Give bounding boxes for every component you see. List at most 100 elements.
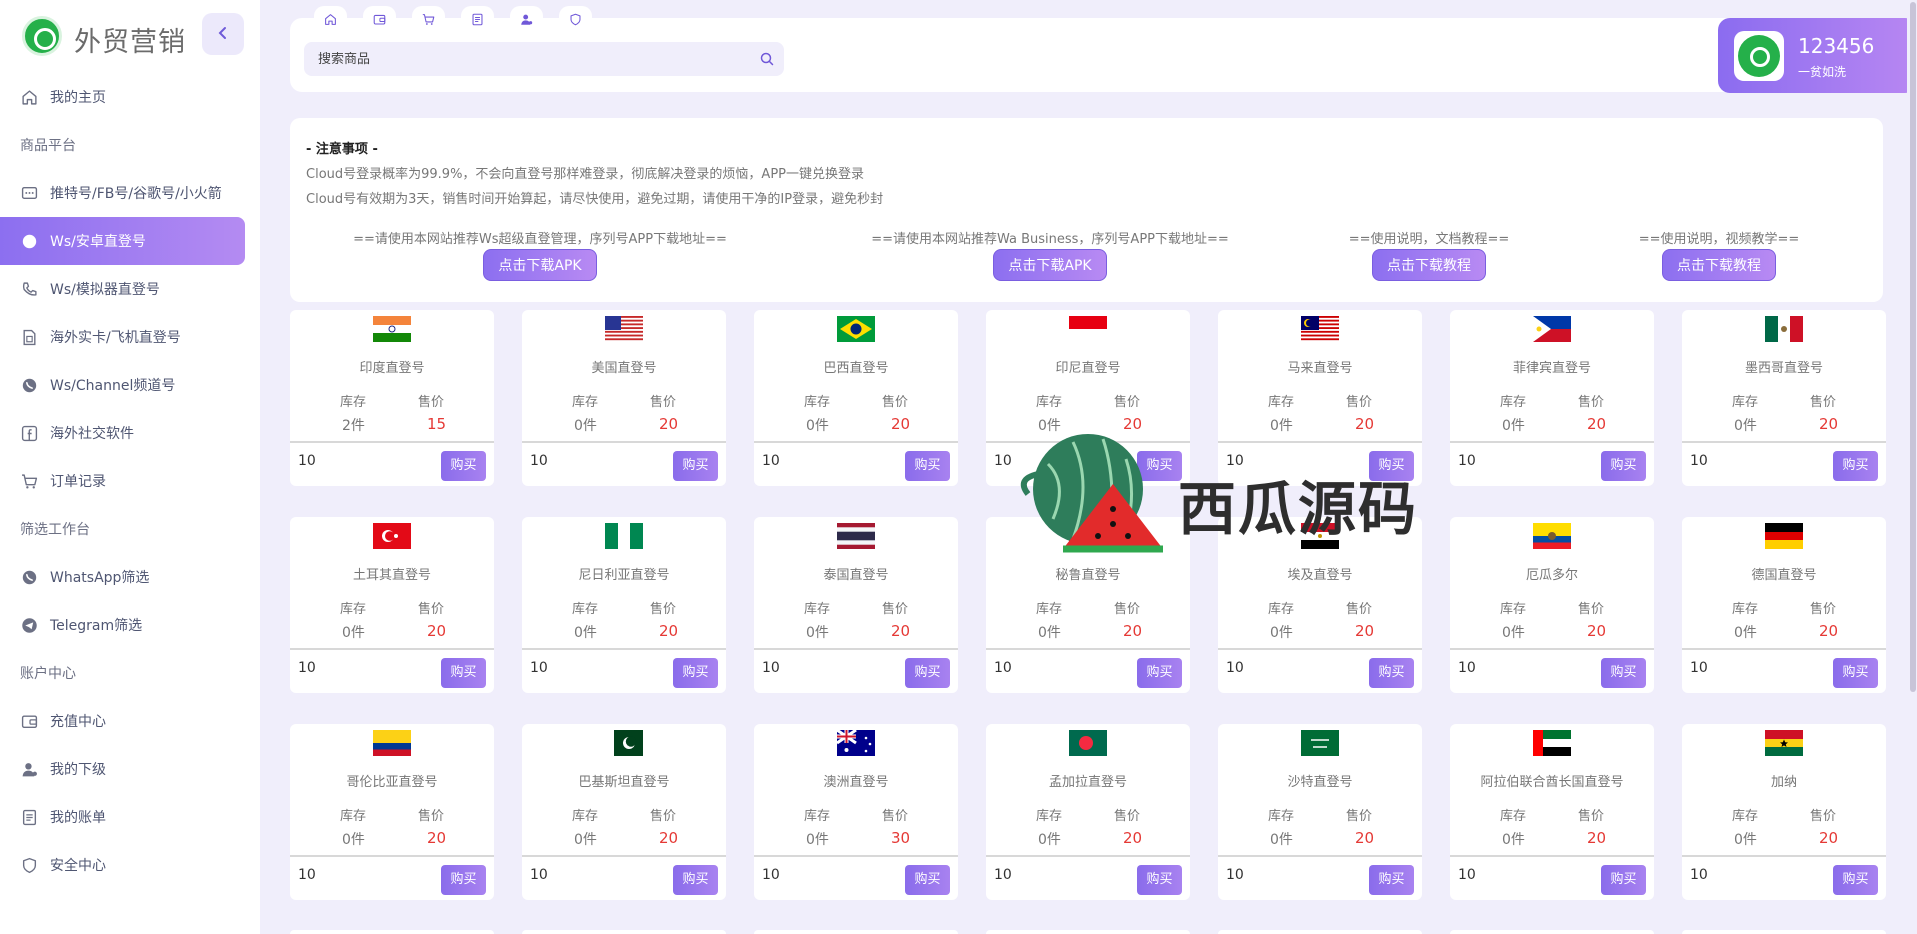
card-footer: 购买	[522, 648, 726, 693]
flag-de-icon	[1765, 523, 1803, 549]
buy-button[interactable]: 购买	[441, 865, 486, 895]
buy-button[interactable]: 购买	[1137, 658, 1182, 688]
price-label: 售价	[418, 602, 445, 617]
quantity-input[interactable]	[994, 660, 1094, 676]
buy-button[interactable]: 购买	[1137, 451, 1182, 481]
quantity-input[interactable]	[1458, 867, 1558, 883]
download-apk-button[interactable]: 点击下载APK	[483, 249, 597, 281]
buy-button[interactable]: 购买	[1369, 451, 1414, 481]
stock-label: 库存	[572, 395, 599, 410]
quantity-input[interactable]	[762, 660, 862, 676]
nav-tab-home[interactable]	[314, 6, 347, 32]
shield-icon	[569, 13, 582, 26]
product-name: 德国直登号	[1751, 568, 1817, 583]
sidebar-item-label: 推特号/FB号/谷歌号/小火箭	[50, 186, 222, 202]
sidebar-item[interactable]: 海外实卡/飞机直登号	[0, 313, 260, 361]
stock-value: 0件	[1038, 832, 1061, 848]
price-label: 售价	[882, 602, 909, 617]
quantity-input[interactable]	[1458, 660, 1558, 676]
nav-tab-shield[interactable]	[559, 6, 592, 32]
buy-button[interactable]: 购买	[441, 451, 486, 481]
quantity-input[interactable]	[762, 867, 862, 883]
buy-button[interactable]: 购买	[905, 658, 950, 688]
sidebar-item[interactable]: Ws/Channel频道号	[0, 361, 260, 409]
quantity-input[interactable]	[298, 453, 398, 469]
quantity-input[interactable]	[994, 453, 1094, 469]
quantity-input[interactable]	[1226, 453, 1326, 469]
quantity-input[interactable]	[1690, 867, 1790, 883]
user-card[interactable]: 123456 一贫如洗	[1718, 18, 1917, 93]
buy-button[interactable]: 购买	[1833, 865, 1878, 895]
buy-button[interactable]: 购买	[1369, 865, 1414, 895]
sidebar-item[interactable]: 推特号/FB号/谷歌号/小火箭	[0, 169, 260, 217]
stock-value: 0件	[1734, 418, 1757, 434]
sidebar-item[interactable]: 海外社交软件	[0, 409, 260, 457]
buy-button[interactable]: 购买	[673, 451, 718, 481]
buy-button[interactable]: 购买	[1601, 451, 1646, 481]
buy-button[interactable]: 购买	[441, 658, 486, 688]
quantity-input[interactable]	[298, 867, 398, 883]
nav-tab-bill[interactable]	[461, 6, 494, 32]
quantity-input[interactable]	[1226, 660, 1326, 676]
sidebar-item[interactable]: Ws/模拟器直登号	[0, 265, 260, 313]
download-video-button[interactable]: 点击下载教程	[1662, 249, 1776, 281]
stock-value: 0件	[574, 625, 597, 641]
download-label: ==使用说明，文档教程==	[1348, 232, 1510, 247]
sidebar-item[interactable]: 订单记录	[0, 457, 260, 505]
download-label: ==请使用本网站推荐Wa Business，序列号APP下载地址==	[871, 232, 1229, 247]
sidebar-item[interactable]: 安全中心	[0, 841, 260, 889]
sidebar-item[interactable]: 我的账单	[0, 793, 260, 841]
stock-value: 0件	[1502, 832, 1525, 848]
buy-button[interactable]: 购买	[1137, 865, 1182, 895]
quantity-input[interactable]	[1226, 867, 1326, 883]
product-card: 墨西哥直登号库存 售价 0件 20 购买	[1682, 310, 1886, 486]
nav-tab-user[interactable]	[510, 6, 543, 32]
buy-button[interactable]: 购买	[1601, 658, 1646, 688]
buy-button[interactable]: 购买	[1833, 658, 1878, 688]
menu-group-title: 账户中心	[20, 666, 76, 682]
stock-value: 0件	[342, 832, 365, 848]
product-card: 沙特直登号库存 售价 0件 20 购买	[1218, 724, 1422, 900]
buy-button[interactable]: 购买	[905, 451, 950, 481]
quantity-input[interactable]	[994, 867, 1094, 883]
download-apk-button[interactable]: 点击下载APK	[993, 249, 1107, 281]
quantity-input[interactable]	[762, 453, 862, 469]
product-name: 泰国直登号	[823, 568, 889, 583]
product-card: 马来直登号库存 售价 0件 20 购买	[1218, 310, 1422, 486]
quantity-input[interactable]	[298, 660, 398, 676]
product-name: 加纳	[1770, 775, 1797, 790]
quantity-input[interactable]	[1458, 453, 1558, 469]
search-input[interactable]	[304, 51, 750, 67]
quantity-input[interactable]	[530, 453, 630, 469]
quantity-input[interactable]	[1690, 660, 1790, 676]
price-label: 售价	[1114, 809, 1141, 824]
sidebar-item[interactable]: 我的主页	[0, 73, 260, 121]
quantity-input[interactable]	[530, 867, 630, 883]
card-footer: 购买	[1450, 648, 1654, 693]
quantity-input[interactable]	[530, 660, 630, 676]
download-doc-button[interactable]: 点击下载教程	[1372, 249, 1486, 281]
sidebar-item[interactable]: Ws/安卓直登号	[0, 217, 245, 265]
price-label: 售价	[882, 809, 909, 824]
search-icon[interactable]	[750, 52, 784, 66]
buy-button[interactable]: 购买	[673, 658, 718, 688]
scrollbar-thumb[interactable]	[1910, 2, 1916, 692]
sidebar-collapse-button[interactable]	[202, 13, 244, 55]
buy-button[interactable]: 购买	[673, 865, 718, 895]
product-name: 土耳其直登号	[352, 568, 431, 583]
whatsapp-logo-icon	[22, 16, 62, 56]
price-value: 20	[1123, 415, 1143, 433]
buy-button[interactable]: 购买	[1601, 865, 1646, 895]
buy-button[interactable]: 购买	[1833, 451, 1878, 481]
buy-button[interactable]: 购买	[905, 865, 950, 895]
quantity-input[interactable]	[1690, 453, 1790, 469]
user-icon	[20, 760, 38, 778]
sidebar-item[interactable]: WhatsApp筛选	[0, 553, 260, 601]
sidebar-item[interactable]: 我的下级	[0, 745, 260, 793]
sidebar-item[interactable]: 充值中心	[0, 697, 260, 745]
sidebar-item[interactable]: Telegram筛选	[0, 601, 260, 649]
nav-tab-wallet[interactable]	[363, 6, 396, 32]
buy-button[interactable]: 购买	[1369, 658, 1414, 688]
menu-group-title: 筛选工作台	[20, 522, 90, 538]
nav-tab-cart[interactable]	[412, 6, 445, 32]
